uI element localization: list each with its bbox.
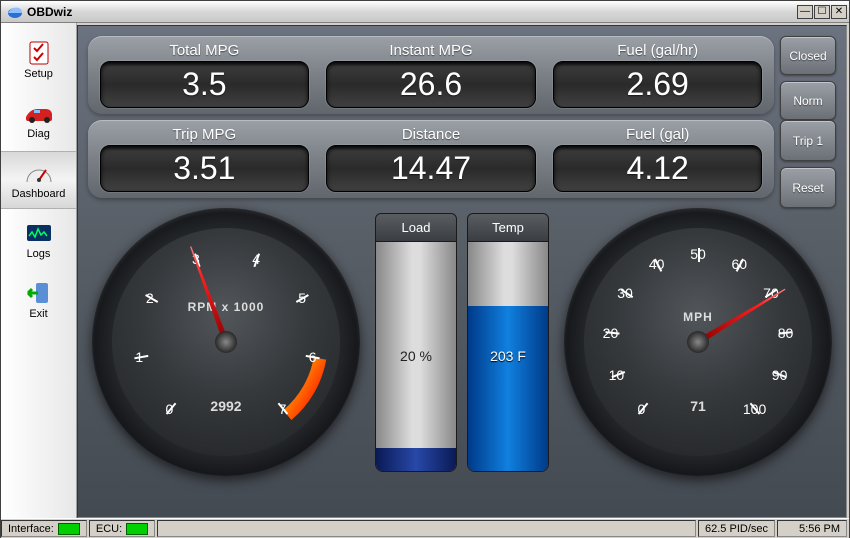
sidebar-item-label: Logs bbox=[27, 248, 51, 260]
panel-distance: Distance 14.47 bbox=[321, 126, 542, 192]
gauge-number: 20 bbox=[598, 325, 622, 341]
panel-value: 3.51 bbox=[173, 150, 235, 186]
panel-value: 4.12 bbox=[627, 150, 689, 186]
panel-value: 2.69 bbox=[627, 66, 689, 102]
sidebar: Setup Diag Dashboard Logs Exit bbox=[1, 23, 77, 518]
temp-bar: Temp 203 F bbox=[467, 213, 549, 472]
panel-instant-mpg: Instant MPG 26.6 bbox=[321, 42, 542, 108]
sidebar-item-logs[interactable]: Logs bbox=[1, 211, 76, 269]
panel-label: Fuel (gal/hr) bbox=[617, 42, 698, 59]
rpm-label: RPM x 1000 bbox=[92, 300, 360, 314]
load-bar: Load 20 % bbox=[375, 213, 457, 472]
panel-fuel-gal: Fuel (gal) 4.12 bbox=[547, 126, 768, 192]
maximize-button[interactable]: ☐ bbox=[814, 5, 830, 19]
sidebar-item-label: Diag bbox=[27, 128, 50, 140]
temp-bar-label: Temp bbox=[467, 213, 549, 242]
panel-trip-mpg: Trip MPG 3.51 bbox=[94, 126, 315, 192]
panel-label: Distance bbox=[402, 126, 460, 143]
window: OBDwiz — ☐ ✕ Setup Diag Dashboard Logs bbox=[0, 0, 850, 538]
gauge-number: 100 bbox=[743, 401, 767, 417]
gauge-number: 80 bbox=[774, 325, 798, 341]
gauge-number: 40 bbox=[645, 256, 669, 272]
rpm-value: 2992 bbox=[92, 398, 360, 414]
status-clock: 5:56 PM bbox=[777, 520, 847, 537]
reset-button[interactable]: Reset bbox=[780, 167, 836, 208]
gauge-number: 0 bbox=[157, 401, 181, 417]
panel-value: 14.47 bbox=[391, 150, 471, 186]
window-controls: — ☐ ✕ bbox=[797, 5, 847, 19]
sidebar-item-label: Dashboard bbox=[12, 188, 66, 200]
minimize-button[interactable]: — bbox=[797, 5, 813, 19]
status-interface: Interface: bbox=[1, 520, 87, 537]
gauge-number: 0 bbox=[629, 401, 653, 417]
panel-label: Instant MPG bbox=[389, 42, 472, 59]
sidebar-item-exit[interactable]: Exit bbox=[1, 271, 76, 329]
sidebar-item-label: Setup bbox=[24, 68, 53, 80]
gauge-number: 1 bbox=[127, 349, 151, 365]
load-bar-text: 20 % bbox=[376, 348, 456, 364]
trip-buttons: Trip 1 Reset bbox=[780, 120, 836, 208]
panel-total-mpg: Total MPG 3.5 bbox=[94, 42, 315, 108]
status-spacer bbox=[157, 520, 696, 537]
mph-label: MPH bbox=[564, 310, 832, 324]
panel-label: Trip MPG bbox=[173, 126, 237, 143]
dashboard-icon bbox=[24, 160, 54, 186]
panel-label: Total MPG bbox=[169, 42, 239, 59]
load-bar-label: Load bbox=[375, 213, 457, 242]
gauge-number: 50 bbox=[686, 246, 710, 262]
exit-icon bbox=[24, 280, 54, 306]
status-pid-rate: 62.5 PID/sec bbox=[698, 520, 775, 537]
panel-label: Fuel (gal) bbox=[626, 126, 689, 143]
sidebar-item-setup[interactable]: Setup bbox=[1, 31, 76, 89]
setup-icon bbox=[24, 40, 54, 66]
norm-button[interactable]: Norm bbox=[780, 81, 836, 120]
gauge-number: 90 bbox=[768, 367, 792, 383]
panel-value: 3.5 bbox=[182, 66, 226, 102]
top-readouts-row: Total MPG 3.5 Instant MPG 26.6 Fuel (gal… bbox=[88, 36, 774, 114]
status-bar: Interface: ECU: 62.5 PID/sec 5:56 PM bbox=[1, 518, 849, 538]
diag-icon bbox=[24, 100, 54, 126]
sidebar-item-label: Exit bbox=[29, 308, 47, 320]
gauge-number: 10 bbox=[604, 367, 628, 383]
loop-buttons: Closed Norm bbox=[780, 36, 836, 120]
sidebar-item-dashboard[interactable]: Dashboard bbox=[1, 151, 76, 209]
gauge-number: 30 bbox=[613, 285, 637, 301]
mph-value: 71 bbox=[564, 398, 832, 414]
titlebar[interactable]: OBDwiz — ☐ ✕ bbox=[1, 1, 849, 23]
sidebar-item-diag[interactable]: Diag bbox=[1, 91, 76, 149]
gauge-number: 2 bbox=[138, 290, 162, 306]
close-button[interactable]: ✕ bbox=[831, 5, 847, 19]
temp-bar-text: 203 F bbox=[468, 348, 548, 364]
trip-button[interactable]: Trip 1 bbox=[780, 120, 836, 161]
gauge-hub bbox=[687, 331, 709, 353]
app-icon bbox=[7, 4, 23, 20]
status-ecu: ECU: bbox=[89, 520, 155, 537]
rpm-gauge: RPM x 1000 2992 01234567 bbox=[92, 208, 360, 476]
gauge-number: 60 bbox=[727, 256, 751, 272]
gauge-hub bbox=[215, 331, 237, 353]
panel-fuel-rate: Fuel (gal/hr) 2.69 bbox=[547, 42, 768, 108]
panel-value: 26.6 bbox=[400, 66, 462, 102]
window-title: OBDwiz bbox=[27, 5, 797, 19]
gauge-number: 4 bbox=[244, 251, 268, 267]
dashboard-content: Total MPG 3.5 Instant MPG 26.6 Fuel (gal… bbox=[77, 25, 847, 518]
trip-readouts-row: Trip MPG 3.51 Distance 14.47 Fuel (gal) … bbox=[88, 120, 774, 198]
logs-icon bbox=[24, 220, 54, 246]
gauge-number: 6 bbox=[301, 349, 325, 365]
closed-button[interactable]: Closed bbox=[780, 36, 836, 75]
mph-gauge: MPH 71 0102030405060708090100 bbox=[564, 208, 832, 476]
gauge-number: 7 bbox=[271, 401, 295, 417]
gauge-number: 5 bbox=[290, 290, 314, 306]
